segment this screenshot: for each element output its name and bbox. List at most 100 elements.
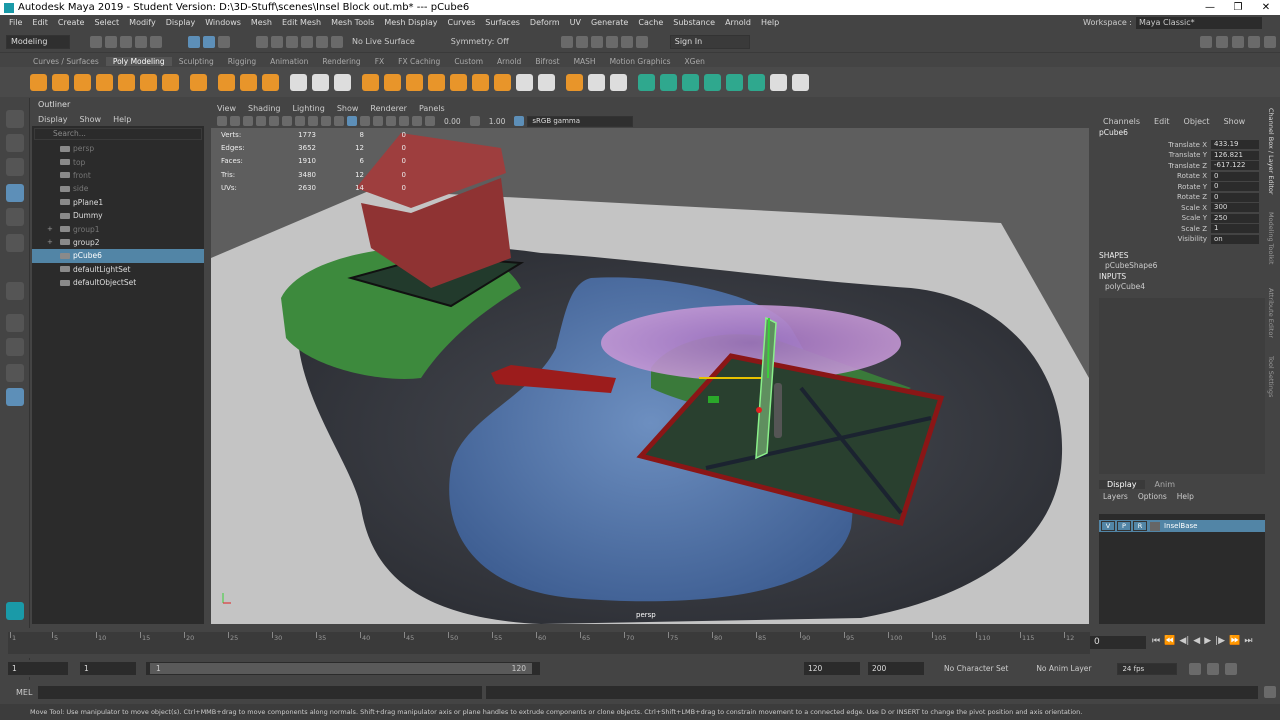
channel-value[interactable]: 126.821 bbox=[1211, 150, 1259, 160]
side-tab-channel-box[interactable]: Channel Box / Layer Editor bbox=[1267, 108, 1275, 195]
close-icon[interactable]: ✕ bbox=[1252, 2, 1280, 13]
snap-point-icon[interactable] bbox=[286, 35, 298, 48]
menu-surfaces[interactable]: Surfaces bbox=[480, 18, 525, 27]
rotate-tool-icon[interactable] bbox=[6, 208, 24, 226]
render-settings-icon[interactable] bbox=[605, 35, 618, 48]
snap-grid-icon[interactable] bbox=[256, 35, 268, 48]
channel-menu-show[interactable]: Show bbox=[1224, 117, 1246, 126]
undo-icon[interactable] bbox=[135, 35, 147, 48]
wireframe-on-shaded-icon[interactable] bbox=[334, 116, 344, 126]
menu-generate[interactable]: Generate bbox=[586, 18, 633, 27]
layer-display-type-toggle[interactable]: R bbox=[1133, 521, 1147, 531]
select-tool-icon[interactable] bbox=[6, 110, 24, 128]
channel-value[interactable]: -617.122 bbox=[1211, 161, 1259, 171]
channel-name[interactable]: Rotate Z bbox=[1093, 193, 1211, 201]
channel-row-scale-y[interactable]: Scale Y 250 bbox=[1093, 213, 1280, 224]
play-backwards-icon[interactable]: ◀ bbox=[1193, 636, 1200, 646]
move-tool-icon[interactable] bbox=[6, 184, 24, 202]
mirror-icon[interactable] bbox=[384, 73, 401, 91]
side-tab-modeling-toolkit[interactable]: Modeling Toolkit bbox=[1267, 212, 1275, 264]
shelf-tab-motion-graphics[interactable]: Motion Graphics bbox=[603, 57, 678, 66]
color-space-dropdown[interactable]: sRGB gamma bbox=[527, 115, 634, 127]
outliner-menu-display[interactable]: Display bbox=[38, 115, 68, 124]
shelf-tab-fx-caching[interactable]: FX Caching bbox=[391, 57, 447, 66]
select-object-icon[interactable] bbox=[203, 35, 215, 48]
single-pane-layout-icon[interactable] bbox=[6, 314, 24, 332]
layer-visibility-toggle[interactable]: V bbox=[1101, 521, 1115, 531]
shelf-tab-custom[interactable]: Custom bbox=[447, 57, 490, 66]
layer-menu-help[interactable]: Help bbox=[1177, 492, 1194, 501]
menu-substance[interactable]: Substance bbox=[668, 18, 720, 27]
menu-mesh-display[interactable]: Mesh Display bbox=[379, 18, 442, 27]
menu-curves[interactable]: Curves bbox=[442, 18, 480, 27]
outliner-search-input[interactable]: Search... bbox=[34, 128, 202, 140]
channel-row-scale-z[interactable]: Scale Z1 bbox=[1093, 224, 1280, 235]
tool-settings-icon[interactable] bbox=[1232, 36, 1244, 48]
ambient-occlusion-icon[interactable] bbox=[386, 116, 396, 126]
textured-icon[interactable] bbox=[347, 116, 357, 126]
shadows-icon[interactable] bbox=[373, 116, 383, 126]
make-live-icon[interactable] bbox=[316, 35, 328, 48]
isolate-select-icon[interactable] bbox=[399, 116, 409, 126]
viewport-menu-show[interactable]: Show bbox=[337, 104, 359, 113]
lasso-tool-icon[interactable] bbox=[6, 134, 24, 152]
xray-icon[interactable] bbox=[412, 116, 422, 126]
layer-color-swatch[interactable] bbox=[1150, 521, 1160, 531]
live-surface-label[interactable]: No Live Surface bbox=[352, 37, 415, 46]
two-pane-layout-icon[interactable] bbox=[6, 364, 24, 382]
exposure-value[interactable]: 0.00 bbox=[444, 117, 461, 126]
render-view-icon[interactable] bbox=[560, 35, 573, 48]
step-forward-key-icon[interactable]: ⏩ bbox=[1229, 636, 1240, 646]
scale-tool-icon[interactable] bbox=[6, 234, 24, 252]
shelf-tab-fx[interactable]: FX bbox=[368, 57, 391, 66]
menu-modify[interactable]: Modify bbox=[124, 18, 161, 27]
outliner-item[interactable]: + group2 bbox=[32, 236, 204, 249]
outliner-layout-icon[interactable] bbox=[6, 388, 24, 406]
new-scene-icon[interactable] bbox=[90, 35, 102, 48]
channel-row-scale-x[interactable]: Scale X 300 bbox=[1093, 203, 1280, 214]
layer-menu-options[interactable]: Options bbox=[1138, 492, 1167, 501]
restore-icon[interactable]: ❐ bbox=[1224, 2, 1252, 13]
type-tool-icon[interactable] bbox=[240, 73, 257, 91]
menu-set-dropdown[interactable]: Modeling bbox=[6, 34, 70, 49]
menu-deform[interactable]: Deform bbox=[525, 18, 565, 27]
combine-icon[interactable] bbox=[290, 73, 307, 91]
poly-disc-icon[interactable] bbox=[162, 73, 179, 91]
auto-key-icon[interactable] bbox=[1207, 662, 1220, 675]
range-slider-handle[interactable] bbox=[150, 663, 532, 674]
anim-layer-dropdown[interactable]: No Anim Layer bbox=[1036, 664, 1091, 673]
character-set-dropdown[interactable]: No Character Set bbox=[944, 664, 1008, 673]
menu-create[interactable]: Create bbox=[53, 18, 90, 27]
multi-cut-icon[interactable] bbox=[566, 73, 583, 91]
shelf-tab-arnold[interactable]: Arnold bbox=[490, 57, 528, 66]
exposure-icon[interactable] bbox=[425, 116, 435, 126]
gamma-icon[interactable] bbox=[469, 116, 480, 126]
playback-end-field[interactable]: 120 bbox=[804, 662, 860, 675]
viewport-menu-panels[interactable]: Panels bbox=[419, 104, 445, 113]
select-component-icon[interactable] bbox=[218, 35, 230, 48]
channel-value[interactable]: 1 bbox=[1211, 224, 1259, 234]
viewport-menu-renderer[interactable]: Renderer bbox=[370, 104, 407, 113]
poly-cylinder-icon[interactable] bbox=[74, 73, 91, 91]
snap-curve-icon[interactable] bbox=[271, 35, 283, 48]
shelf-tab-mash[interactable]: MASH bbox=[567, 57, 603, 66]
minimize-icon[interactable]: — bbox=[1196, 2, 1224, 13]
poly-plane-icon[interactable] bbox=[140, 73, 157, 91]
menu-file[interactable]: File bbox=[4, 18, 27, 27]
spherical-map-icon[interactable] bbox=[704, 73, 721, 91]
extrude-icon[interactable] bbox=[406, 73, 423, 91]
wireframe-icon[interactable] bbox=[308, 116, 318, 126]
pause-icon[interactable] bbox=[635, 35, 648, 48]
mel-input[interactable] bbox=[38, 685, 482, 699]
channel-row-rotate-z[interactable]: Rotate Z0 bbox=[1093, 192, 1280, 203]
channel-value[interactable]: on bbox=[1211, 234, 1259, 244]
outliner-menu-show[interactable]: Show bbox=[80, 115, 102, 124]
automatic-map-icon[interactable] bbox=[726, 73, 743, 91]
show-last-tool-icon[interactable] bbox=[6, 282, 24, 300]
hypershade-icon[interactable] bbox=[620, 35, 633, 48]
outliner-menu-help[interactable]: Help bbox=[113, 115, 131, 124]
separate-icon[interactable] bbox=[312, 73, 329, 91]
unfold-icon[interactable] bbox=[748, 73, 765, 91]
open-scene-icon[interactable] bbox=[105, 35, 117, 48]
workspace-dropdown[interactable]: Maya Classic* bbox=[1136, 16, 1262, 29]
